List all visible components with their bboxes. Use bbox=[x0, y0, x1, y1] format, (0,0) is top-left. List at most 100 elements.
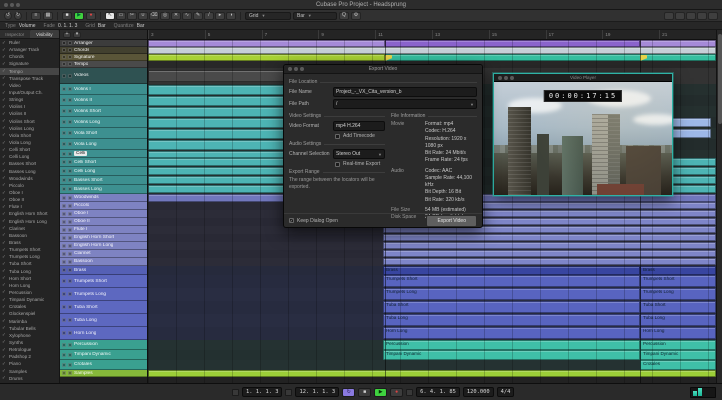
visibility-row[interactable]: ✓ Samples bbox=[0, 367, 59, 374]
visibility-row[interactable]: ✓ Chords bbox=[0, 53, 59, 60]
tool-button[interactable]: ∿ bbox=[182, 11, 192, 20]
file-path-input[interactable]: / ▼ bbox=[333, 99, 477, 109]
solo-button[interactable] bbox=[68, 243, 72, 248]
visibility-check-icon[interactable]: ✓ bbox=[2, 332, 7, 338]
visibility-row[interactable]: ✓ English Horn Short bbox=[0, 210, 59, 217]
visibility-check-icon[interactable]: ✓ bbox=[2, 204, 7, 210]
solo-button[interactable] bbox=[68, 371, 72, 375]
position-display[interactable]: 6. 4. 1. 85 bbox=[416, 387, 460, 397]
visibility-check-icon[interactable]: ✓ bbox=[2, 175, 7, 181]
visibility-row[interactable]: ✓ Celli Long bbox=[0, 153, 59, 160]
solo-button[interactable] bbox=[68, 195, 72, 200]
track-header[interactable]: Percussion bbox=[60, 340, 147, 350]
event-clip[interactable] bbox=[148, 47, 716, 54]
visibility-row[interactable]: ✓ Basses Short bbox=[0, 160, 59, 167]
visibility-row[interactable]: ✓ Timpani Dynamic bbox=[0, 296, 59, 303]
mute-button[interactable] bbox=[62, 120, 66, 124]
event-clip[interactable]: Horn Long bbox=[383, 327, 640, 339]
track-header[interactable]: Violins Short bbox=[60, 106, 147, 117]
mute-button[interactable] bbox=[62, 279, 66, 283]
event-clip[interactable] bbox=[383, 234, 716, 241]
visibility-check-icon[interactable]: ✓ bbox=[2, 218, 7, 224]
solo-button[interactable] bbox=[68, 98, 72, 102]
visibility-row[interactable]: ✓ Horn Short bbox=[0, 275, 59, 282]
event-clip[interactable]: Brass bbox=[640, 266, 716, 275]
solo-button[interactable] bbox=[68, 219, 72, 224]
event-clip[interactable]: Tuba Long bbox=[383, 314, 640, 326]
visibility-row[interactable]: ✓ Padshop 2 bbox=[0, 353, 59, 360]
mute-button[interactable] bbox=[62, 235, 66, 240]
solo-button[interactable] bbox=[68, 48, 72, 52]
tool-button[interactable]: / bbox=[204, 11, 214, 20]
solo-button[interactable] bbox=[68, 142, 72, 146]
mute-button[interactable] bbox=[62, 187, 66, 191]
solo-button[interactable] bbox=[68, 160, 72, 164]
visibility-row[interactable]: ✓ Video bbox=[0, 82, 59, 89]
visibility-check-icon[interactable]: ✓ bbox=[2, 197, 7, 203]
solo-button[interactable] bbox=[68, 268, 72, 272]
file-name-input[interactable]: Project_-_VX_Cita_version_b bbox=[333, 87, 477, 97]
tool-button[interactable]: ▸ bbox=[215, 11, 225, 20]
vertical-scrollbar[interactable] bbox=[716, 30, 722, 383]
visibility-check-icon[interactable]: ✓ bbox=[2, 61, 7, 67]
track-header[interactable]: Oboe II bbox=[60, 218, 147, 226]
quantize-dropdown[interactable]: Bar ▼ bbox=[293, 11, 337, 20]
export-video-button[interactable]: Export Video bbox=[426, 214, 477, 227]
record-button[interactable]: ● bbox=[86, 11, 96, 20]
video-format-field[interactable]: mp4 H.264 bbox=[333, 121, 385, 131]
add-track-button[interactable]: + bbox=[63, 31, 71, 38]
transport-zone-button[interactable] bbox=[697, 11, 707, 20]
mute-button[interactable] bbox=[62, 160, 66, 164]
info-field[interactable]: Type Volume bbox=[5, 23, 36, 29]
mute-button[interactable] bbox=[62, 227, 66, 232]
tool-button[interactable]: ⌫ bbox=[149, 11, 159, 20]
solo-button[interactable] bbox=[68, 305, 72, 309]
solo-button[interactable] bbox=[68, 259, 72, 264]
track-header[interactable]: Viola Short bbox=[60, 128, 147, 139]
tool-button[interactable]: ✕ bbox=[171, 11, 181, 20]
mute-button[interactable] bbox=[62, 131, 66, 135]
solo-button[interactable] bbox=[68, 151, 72, 156]
tool-button[interactable]: ✎ bbox=[193, 11, 203, 20]
visibility-row[interactable]: ✓ Ruler bbox=[0, 39, 59, 46]
solo-button[interactable] bbox=[68, 227, 72, 232]
tool-button[interactable]: ◎ bbox=[160, 11, 170, 20]
event-clip[interactable] bbox=[383, 242, 716, 249]
visibility-check-icon[interactable]: ✓ bbox=[2, 140, 7, 146]
solo-button[interactable] bbox=[68, 251, 72, 256]
solo-button[interactable] bbox=[68, 318, 72, 322]
track-header[interactable]: Chords bbox=[60, 47, 147, 54]
solo-button[interactable] bbox=[68, 87, 72, 91]
event-clip[interactable] bbox=[385, 54, 716, 61]
visibility-check-icon[interactable]: ✓ bbox=[2, 154, 7, 160]
solo-button[interactable] bbox=[68, 109, 72, 113]
visibility-check-icon[interactable]: ✓ bbox=[2, 240, 7, 246]
record-button[interactable]: ● bbox=[390, 387, 404, 397]
visibility-row[interactable]: ✓ Violins Long bbox=[0, 125, 59, 132]
solo-button[interactable] bbox=[68, 211, 72, 216]
add-timecode-checkbox[interactable]: Add Timecode bbox=[335, 133, 385, 139]
mute-button[interactable] bbox=[62, 331, 66, 335]
snap-settings-button[interactable]: ⚙ bbox=[351, 11, 361, 20]
mute-button[interactable] bbox=[62, 98, 66, 102]
left-locator[interactable]: 1. 1. 1. 3 bbox=[242, 387, 283, 397]
redo-button[interactable]: ↻ bbox=[14, 11, 22, 20]
event-clip[interactable]: Trumpets Short bbox=[383, 275, 640, 287]
visibility-row[interactable]: ✓ Viola Long bbox=[0, 139, 59, 146]
mute-button[interactable] bbox=[62, 259, 66, 264]
mute-button[interactable] bbox=[62, 219, 66, 224]
visibility-row[interactable]: ✓ Percussion bbox=[0, 289, 59, 296]
video-player-titlebar[interactable]: Video Player bbox=[494, 74, 672, 82]
visibility-check-icon[interactable]: ✓ bbox=[2, 161, 7, 167]
track-header[interactable]: English Horn Long bbox=[60, 242, 147, 250]
punch-out-button[interactable] bbox=[285, 388, 293, 396]
track-header[interactable]: Viola Long bbox=[60, 139, 147, 150]
visibility-check-icon[interactable]: ✓ bbox=[2, 368, 7, 374]
track-header[interactable]: Flute I bbox=[60, 226, 147, 234]
solo-button[interactable] bbox=[68, 279, 72, 283]
mute-button[interactable] bbox=[62, 142, 66, 146]
solo-button[interactable] bbox=[68, 187, 72, 191]
track-header[interactable]: Trumpets Long bbox=[60, 288, 147, 301]
solo-button[interactable] bbox=[68, 131, 72, 135]
visibility-check-icon[interactable]: ✓ bbox=[2, 54, 7, 60]
